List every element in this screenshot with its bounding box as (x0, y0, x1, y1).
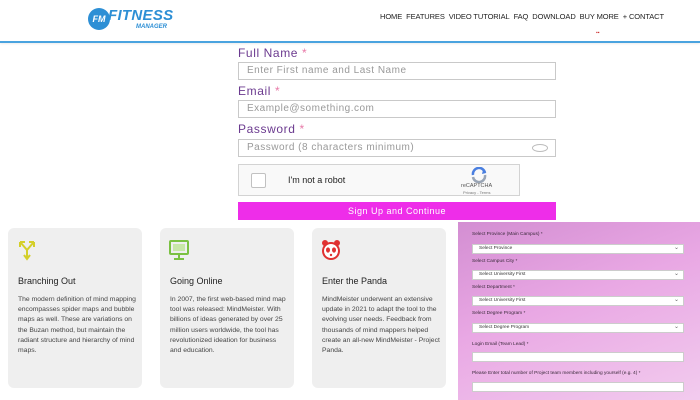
monitor-icon (169, 240, 189, 260)
sign-up-button[interactable]: Sign Up and Continue (238, 202, 556, 220)
card-title: Going Online (170, 276, 223, 286)
nav-video-tutorial[interactable]: VIDEO TUTORIAL (449, 12, 510, 21)
chevron-down-icon: ⌄ (673, 297, 679, 303)
feature-card-branching-out: Branching Out The modern definition of m… (8, 228, 142, 388)
feature-card-going-online: Going Online In 2007, the first web-base… (160, 228, 294, 388)
panda-icon (322, 240, 340, 260)
degree-program-select-value: Select Degree Program (479, 325, 530, 330)
campus-city-select-value: Select University First (479, 272, 526, 277)
card-title: Enter the Panda (322, 276, 388, 286)
team-members-label: Please Enter total number of Project tea… (472, 371, 641, 376)
degree-program-label: Select Degree Program * (472, 311, 526, 316)
arrows-merge-icon (19, 241, 35, 261)
password-label: Password * (238, 122, 305, 136)
full-name-input[interactable]: Enter First name and Last Name (238, 62, 556, 80)
password-label-text: Password (238, 122, 296, 136)
nav-contact[interactable]: + CONTACT (623, 12, 664, 21)
province-select[interactable]: Select Province ⌄ (472, 244, 684, 254)
email-input[interactable]: Example@something.com (238, 100, 556, 118)
chevron-down-icon: ⌄ (673, 245, 679, 251)
required-mark: * (299, 122, 305, 136)
logo-subtitle: MANAGER (136, 24, 167, 30)
full-name-label: Full Name * (238, 46, 307, 60)
site-header: FM FITNESS MANAGER HOME FEATURES VIDEO T… (0, 0, 700, 43)
card-text: In 2007, the first web-based mind map to… (170, 296, 286, 355)
nav-download[interactable]: DOWNLOAD (532, 12, 575, 21)
nav-faq[interactable]: FAQ (514, 12, 529, 21)
team-members-input[interactable] (472, 382, 684, 392)
card-text: The modern definition of mind mapping en… (18, 296, 136, 355)
language-flags[interactable]: ▪▪ (596, 30, 600, 36)
password-input[interactable]: Password (8 characters minimum) (238, 139, 556, 157)
logo-badge: FM (88, 8, 110, 30)
department-select[interactable]: Select University First ⌄ (472, 296, 684, 306)
recaptcha-widget: I'm not a robot reCAPTCHA Privacy - Term… (238, 164, 520, 196)
nav-buy-more[interactable]: BUY MORE (580, 12, 619, 21)
degree-program-select[interactable]: Select Degree Program ⌄ (472, 323, 684, 333)
campus-city-select[interactable]: Select University First ⌄ (472, 270, 684, 280)
feature-card-enter-the-panda: Enter the Panda MindMeister underwent an… (312, 228, 446, 388)
registration-panel: Select Province (Main Campus) * Select P… (458, 222, 700, 400)
department-select-value: Select University First (479, 298, 526, 303)
required-mark: * (274, 84, 281, 98)
recaptcha-terms-link[interactable]: Privacy - Terms (463, 190, 490, 195)
chevron-down-icon: ⌄ (673, 271, 679, 277)
email-label-text: Email (238, 84, 272, 98)
nav-home[interactable]: HOME (380, 12, 402, 21)
logo-name: FITNESS (108, 7, 174, 24)
campus-city-label: Select Campus City * (472, 259, 518, 264)
nav-features[interactable]: FEATURES (406, 12, 445, 21)
show-password-icon[interactable] (532, 144, 548, 152)
recaptcha-logo-icon (471, 167, 487, 183)
login-email-input[interactable] (472, 352, 684, 362)
recaptcha-checkbox[interactable] (251, 173, 266, 188)
main-nav: HOME FEATURES VIDEO TUTORIAL FAQ DOWNLOA… (380, 12, 666, 21)
department-label: Select Department * (472, 285, 515, 290)
full-name-label-text: Full Name (238, 46, 299, 60)
province-label: Select Province (Main Campus) * (472, 232, 543, 237)
required-mark: * (302, 46, 308, 60)
province-select-value: Select Province (479, 246, 513, 251)
chevron-down-icon: ⌄ (673, 324, 679, 330)
login-email-label: Login Email (Team Lead) * (472, 342, 529, 347)
recaptcha-label: I'm not a robot (288, 175, 346, 185)
recaptcha-brand: reCAPTCHA (461, 183, 493, 189)
email-label: Email * (238, 84, 280, 98)
card-text: MindMeister underwent an extensive updat… (322, 296, 440, 355)
card-title: Branching Out (18, 276, 76, 286)
